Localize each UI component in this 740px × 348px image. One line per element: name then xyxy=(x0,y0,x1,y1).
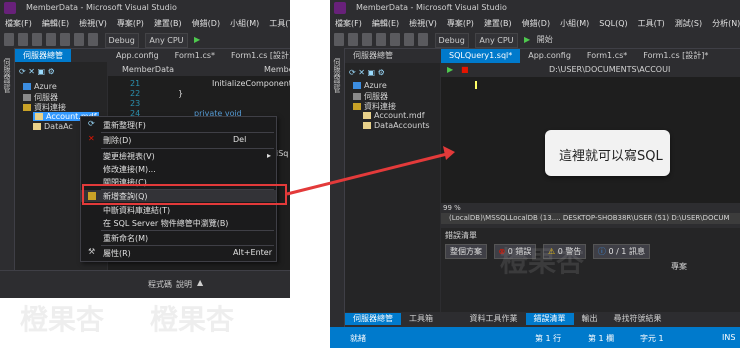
arrow-head xyxy=(443,146,455,160)
pointer-arrow xyxy=(286,146,455,196)
watermark-text: 橙果杏 xyxy=(150,303,235,336)
watermark-text: 橙果杏 xyxy=(500,245,585,278)
arrow-line xyxy=(286,152,448,196)
watermark-text: 橙果杏 xyxy=(20,303,105,336)
